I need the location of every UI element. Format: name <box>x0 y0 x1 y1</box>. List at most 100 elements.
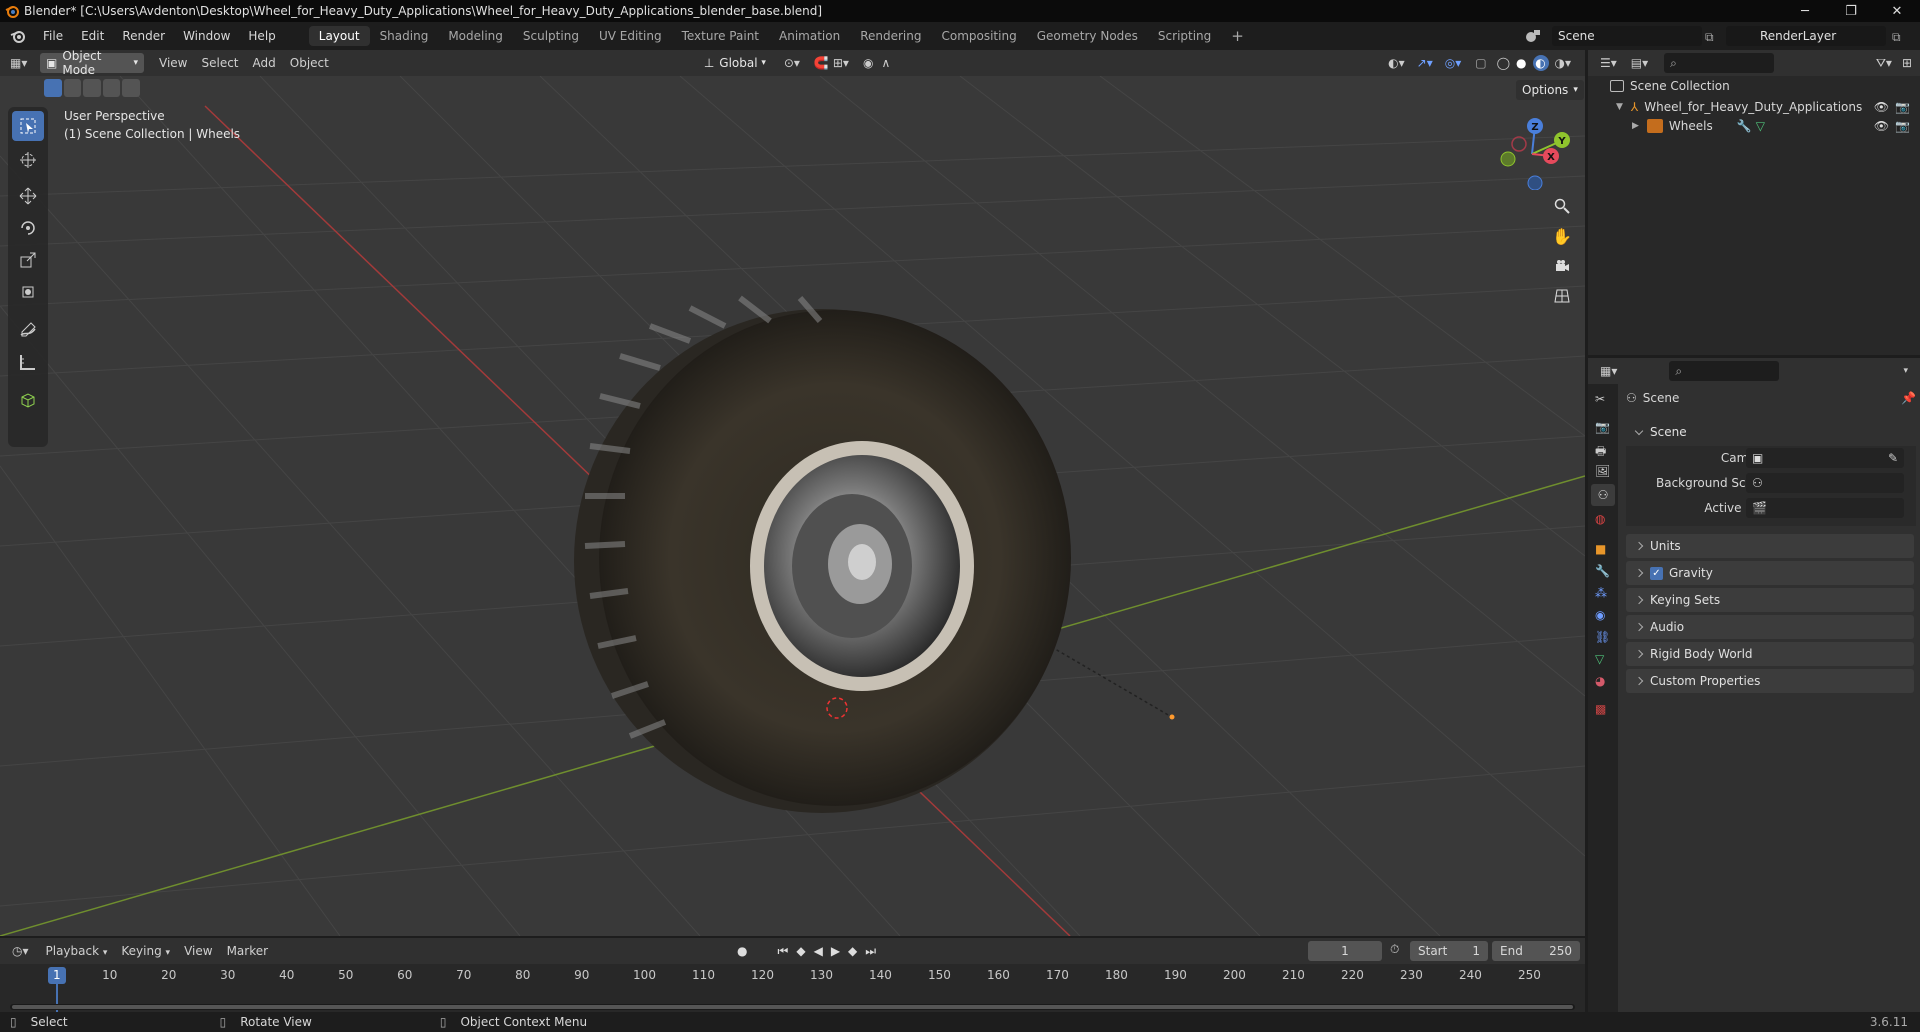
maximize-button[interactable]: ❐ <box>1828 0 1874 22</box>
render-camera-icon[interactable]: 📷 <box>1895 119 1910 133</box>
renderlayer-name-field[interactable]: RenderLayer <box>1726 26 1886 46</box>
render-tab-icon[interactable]: 📷 <box>1595 420 1610 434</box>
menu-playback[interactable]: Playback ▾ <box>39 944 115 958</box>
properties-options-icon[interactable]: ▾ <box>1903 366 1908 376</box>
outliner-row-wheels[interactable]: ▶ Wheels 🔧 ▽ 👁 📷 <box>1632 117 1916 135</box>
hide-eye-icon[interactable]: 👁 <box>1874 119 1889 133</box>
menu-keying[interactable]: Keying ▾ <box>114 944 177 958</box>
menu-object[interactable]: Object <box>283 56 336 70</box>
tab-compositing[interactable]: Compositing <box>931 26 1026 46</box>
pivot-point-icon[interactable]: ⊙▾ <box>784 56 800 70</box>
camera-view-icon[interactable] <box>1548 252 1576 280</box>
texture-tab-icon[interactable]: ▩ <box>1595 702 1606 716</box>
outliner-row-scene-collection[interactable]: Scene Collection <box>1610 79 1730 93</box>
frame-ruler[interactable]: 1 10 20 30 40 50 60 70 80 90 100 110 120 130 140 150 160… <box>0 968 1585 984</box>
cursor-tool[interactable] <box>12 145 44 175</box>
tab-texture-paint[interactable]: Texture Paint <box>672 26 769 46</box>
wireframe-shading-icon[interactable]: ◯ <box>1497 56 1510 70</box>
menu-marker[interactable]: Marker <box>220 944 275 958</box>
tab-animation[interactable]: Animation <box>769 26 850 46</box>
render-camera-icon[interactable]: 📷 <box>1895 100 1910 114</box>
start-frame-field[interactable]: Start 1 <box>1410 941 1488 961</box>
zoom-icon[interactable] <box>1548 192 1576 220</box>
rigid-body-world-panel[interactable]: Rigid Body World <box>1626 642 1914 666</box>
renderlayer-new-icon[interactable]: ⧉ <box>1892 30 1901 45</box>
particles-tab-icon[interactable]: ⁂ <box>1595 586 1607 600</box>
current-frame-field[interactable]: 1 <box>1308 941 1382 961</box>
editor-type-icon[interactable]: ▦▾ <box>10 56 40 70</box>
select-extend-icon[interactable] <box>63 79 82 97</box>
falloff-icon[interactable]: ∧ <box>881 56 890 70</box>
tab-uv-editing[interactable]: UV Editing <box>589 26 672 46</box>
keying-sets-panel[interactable]: Keying Sets <box>1626 588 1914 612</box>
active-clip-field[interactable]: 🎬 <box>1746 498 1904 518</box>
jump-keyframe-back-icon[interactable]: ◆ <box>796 944 813 958</box>
hide-eye-icon[interactable]: 👁 <box>1874 100 1889 114</box>
select-new-icon[interactable] <box>44 79 62 97</box>
data-tab-icon[interactable]: ▽ <box>1595 652 1604 666</box>
timeline-area[interactable]: 1 10 20 30 40 50 60 70 80 90 100 110 120 130 140 150 160… <box>0 964 1585 1012</box>
background-scene-field[interactable]: ⚇ <box>1746 473 1904 493</box>
blender-menu-icon[interactable] <box>10 28 26 44</box>
jump-end-icon[interactable]: ⏭ <box>865 944 884 958</box>
menu-edit[interactable]: Edit <box>72 26 113 46</box>
scene-new-icon[interactable]: ⧉ <box>1705 30 1714 45</box>
rotate-tool[interactable] <box>12 213 44 243</box>
view-layer-tab-icon[interactable]: 🖼 <box>1595 464 1610 478</box>
new-collection-icon[interactable]: ⊞ <box>1902 56 1912 70</box>
modifier-tab-icon[interactable]: 🔧 <box>1595 564 1610 578</box>
gizmo-icon[interactable]: ↗▾ <box>1417 56 1433 70</box>
scene-section-header[interactable]: Scene <box>1626 420 1914 444</box>
menu-timeline-view[interactable]: View <box>177 944 219 958</box>
gravity-panel[interactable]: ✓ Gravity <box>1626 561 1914 585</box>
timeline-scrollbar[interactable] <box>10 1004 1575 1010</box>
output-tab-icon[interactable]: 🖶 <box>1595 442 1606 463</box>
overlays-icon[interactable]: ◎▾ <box>1445 56 1462 70</box>
object-tab-icon[interactable]: ■ <box>1595 542 1606 556</box>
outliner-editor-icon[interactable]: ☰▾ <box>1600 56 1617 70</box>
tool-tab-icon[interactable]: ✂ <box>1595 392 1605 406</box>
ortho-grid-icon[interactable] <box>1548 282 1576 310</box>
properties-search-input[interactable]: ⌕ <box>1669 361 1780 381</box>
menu-select[interactable]: Select <box>194 56 245 70</box>
navigation-gizmo[interactable]: Z Y X <box>1492 110 1572 190</box>
move-tool[interactable] <box>12 181 44 211</box>
transform-tool[interactable] <box>12 277 44 307</box>
snap-icon[interactable]: 🧲 <box>814 56 829 70</box>
audio-panel[interactable]: Audio <box>1626 615 1914 639</box>
menu-file[interactable]: File <box>34 26 72 46</box>
add-cube-tool[interactable] <box>12 385 44 415</box>
transform-orientation-dropdown[interactable]: ⊥ Global ▾ <box>697 53 772 73</box>
scene-tab-icon[interactable]: ⚇ <box>1591 484 1615 506</box>
jump-start-icon[interactable]: ⏮ <box>778 944 797 958</box>
minimize-button[interactable]: ─ <box>1782 0 1828 22</box>
mode-dropdown[interactable]: ▣ Object Mode ▾ <box>40 49 144 77</box>
play-reverse-icon[interactable]: ◀ <box>814 944 831 958</box>
outliner-row-wheel-empty[interactable]: ▼ ⅄ Wheel_for_Heavy_Duty_Applications 👁 … <box>1616 98 1916 116</box>
xray-icon[interactable]: ▢ <box>1475 56 1486 70</box>
modifier-wrench-icon[interactable]: 🔧 <box>1737 119 1752 133</box>
menu-help[interactable]: Help <box>239 26 284 46</box>
jump-keyframe-forward-icon[interactable]: ◆ <box>848 944 865 958</box>
camera-field[interactable]: ▣ ✎ <box>1746 448 1904 468</box>
solid-shading-icon[interactable]: ● <box>1516 56 1526 70</box>
measure-tool[interactable] <box>12 347 44 377</box>
tab-sculpting[interactable]: Sculpting <box>513 26 589 46</box>
menu-render[interactable]: Render <box>113 26 174 46</box>
play-icon[interactable]: ▶ <box>831 944 848 958</box>
world-tab-icon[interactable]: ◍ <box>1595 512 1605 526</box>
tab-modeling[interactable]: Modeling <box>438 26 513 46</box>
select-subtract-icon[interactable] <box>83 79 101 97</box>
filter-icon[interactable]: ⛛▾ <box>1876 56 1892 71</box>
end-frame-field[interactable]: End 250 <box>1492 941 1580 961</box>
eyedropper-icon[interactable]: ✎ <box>1888 451 1898 465</box>
collapse-arrow-icon[interactable]: ▶ <box>1632 121 1639 131</box>
properties-editor-icon[interactable]: ▦▾ <box>1600 364 1617 378</box>
scene-selector-icon[interactable] <box>1523 26 1543 46</box>
rendered-shading-icon[interactable]: ◑▾ <box>1555 56 1572 70</box>
tab-shading[interactable]: Shading <box>370 26 439 46</box>
expand-arrow-icon[interactable]: ▼ <box>1616 102 1623 112</box>
constraints-tab-icon[interactable]: ⛓ <box>1595 630 1610 644</box>
tab-scripting[interactable]: Scripting <box>1148 26 1221 46</box>
select-intersect-icon[interactable] <box>122 79 140 97</box>
